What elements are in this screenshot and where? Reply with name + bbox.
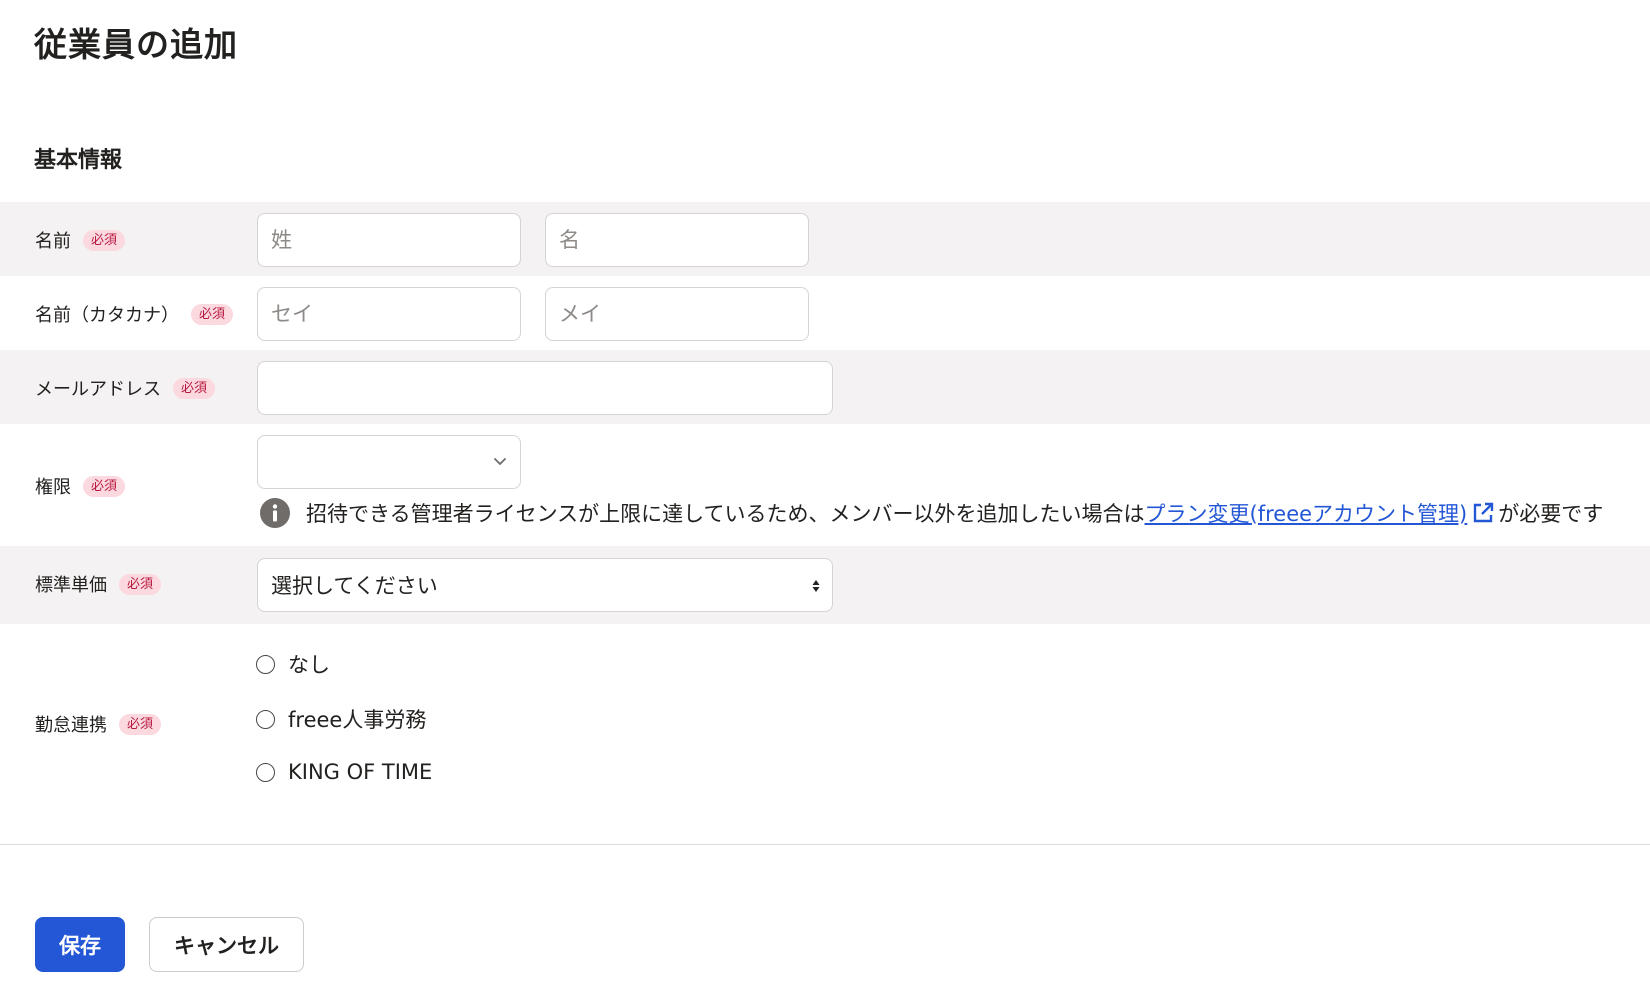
field-label-email: メールアドレス 必須 bbox=[35, 375, 216, 401]
radio-button[interactable] bbox=[256, 654, 275, 674]
required-badge: 必須 bbox=[83, 229, 126, 251]
page-title: 従業員の追加 bbox=[34, 25, 238, 64]
sort-updown-icon bbox=[812, 580, 820, 592]
field-label-unit-price: 標準単価 必須 bbox=[35, 571, 162, 597]
unit-price-select-value: 選択してください bbox=[271, 574, 438, 598]
label-text: 名前 bbox=[35, 231, 71, 252]
row-email: メールアドレス 必須 bbox=[0, 350, 1650, 424]
label-text: 勤怠連携 bbox=[35, 715, 107, 736]
last-name-input[interactable] bbox=[257, 213, 521, 267]
form-divider bbox=[0, 844, 1650, 845]
first-name-kana-input[interactable] bbox=[545, 287, 809, 341]
row-attendance: 勤怠連携 必須 なし freee人事労務 KING OF TIME bbox=[0, 624, 1650, 826]
info-icon bbox=[260, 498, 290, 528]
notice-suffix: が必要です bbox=[1498, 502, 1604, 526]
attendance-option-king-of-time[interactable]: KING OF TIME bbox=[256, 760, 432, 784]
label-text: 名前（カタカナ） bbox=[35, 305, 179, 326]
label-text: メールアドレス bbox=[35, 379, 161, 400]
field-label-role: 権限 必須 bbox=[35, 473, 126, 499]
row-name-kana: 名前（カタカナ） 必須 bbox=[0, 276, 1650, 350]
field-label-attendance: 勤怠連携 必須 bbox=[35, 711, 162, 737]
plan-change-link[interactable]: プラン変更(freeeアカウント管理) bbox=[1145, 498, 1468, 528]
required-badge: 必須 bbox=[119, 713, 162, 735]
last-name-kana-input[interactable] bbox=[257, 287, 521, 341]
add-employee-page: 従業員の追加 基本情報 名前 必須 名前（カタカナ） 必須 メールアドレス 必須 bbox=[0, 0, 1650, 989]
row-name: 名前 必須 bbox=[0, 202, 1650, 276]
role-select[interactable] bbox=[257, 435, 521, 489]
unit-price-select[interactable]: 選択してください bbox=[257, 558, 833, 612]
attendance-option-none[interactable]: なし bbox=[256, 649, 330, 679]
field-label-name: 名前 必須 bbox=[35, 227, 126, 253]
chevron-down-icon bbox=[494, 458, 506, 465]
role-notice: 招待できる管理者ライセンスが上限に達しているため、メンバー以外を追加したい場合は… bbox=[260, 498, 1603, 528]
required-badge: 必須 bbox=[119, 573, 162, 595]
external-link-icon[interactable] bbox=[1471, 501, 1495, 525]
field-label-name-kana: 名前（カタカナ） 必須 bbox=[35, 301, 234, 327]
row-role: 権限 必須 招待できる管理者ライセンスが上限に達しているため、メンバー以外を追加… bbox=[0, 424, 1650, 546]
attendance-option-freee-hr[interactable]: freee人事労務 bbox=[256, 704, 426, 734]
radio-label: なし bbox=[288, 653, 330, 677]
cancel-button[interactable]: キャンセル bbox=[149, 917, 304, 972]
radio-button[interactable] bbox=[256, 762, 275, 782]
label-text: 標準単価 bbox=[35, 575, 107, 596]
required-badge: 必須 bbox=[173, 377, 216, 399]
save-button[interactable]: 保存 bbox=[35, 917, 125, 972]
section-title-basic-info: 基本情報 bbox=[34, 148, 123, 173]
first-name-input[interactable] bbox=[545, 213, 809, 267]
label-text: 権限 bbox=[35, 477, 71, 498]
radio-label: freee人事労務 bbox=[288, 708, 427, 732]
notice-text: 招待できる管理者ライセンスが上限に達しているため、メンバー以外を追加したい場合は bbox=[306, 502, 1145, 526]
email-input[interactable] bbox=[257, 361, 833, 415]
required-badge: 必須 bbox=[191, 303, 234, 325]
row-unit-price: 標準単価 必須 選択してください bbox=[0, 546, 1650, 624]
required-badge: 必須 bbox=[83, 475, 126, 497]
radio-label: KING OF TIME bbox=[288, 760, 433, 784]
radio-button[interactable] bbox=[256, 709, 275, 729]
employee-form: 名前 必須 名前（カタカナ） 必須 メールアドレス 必須 bbox=[0, 202, 1650, 826]
